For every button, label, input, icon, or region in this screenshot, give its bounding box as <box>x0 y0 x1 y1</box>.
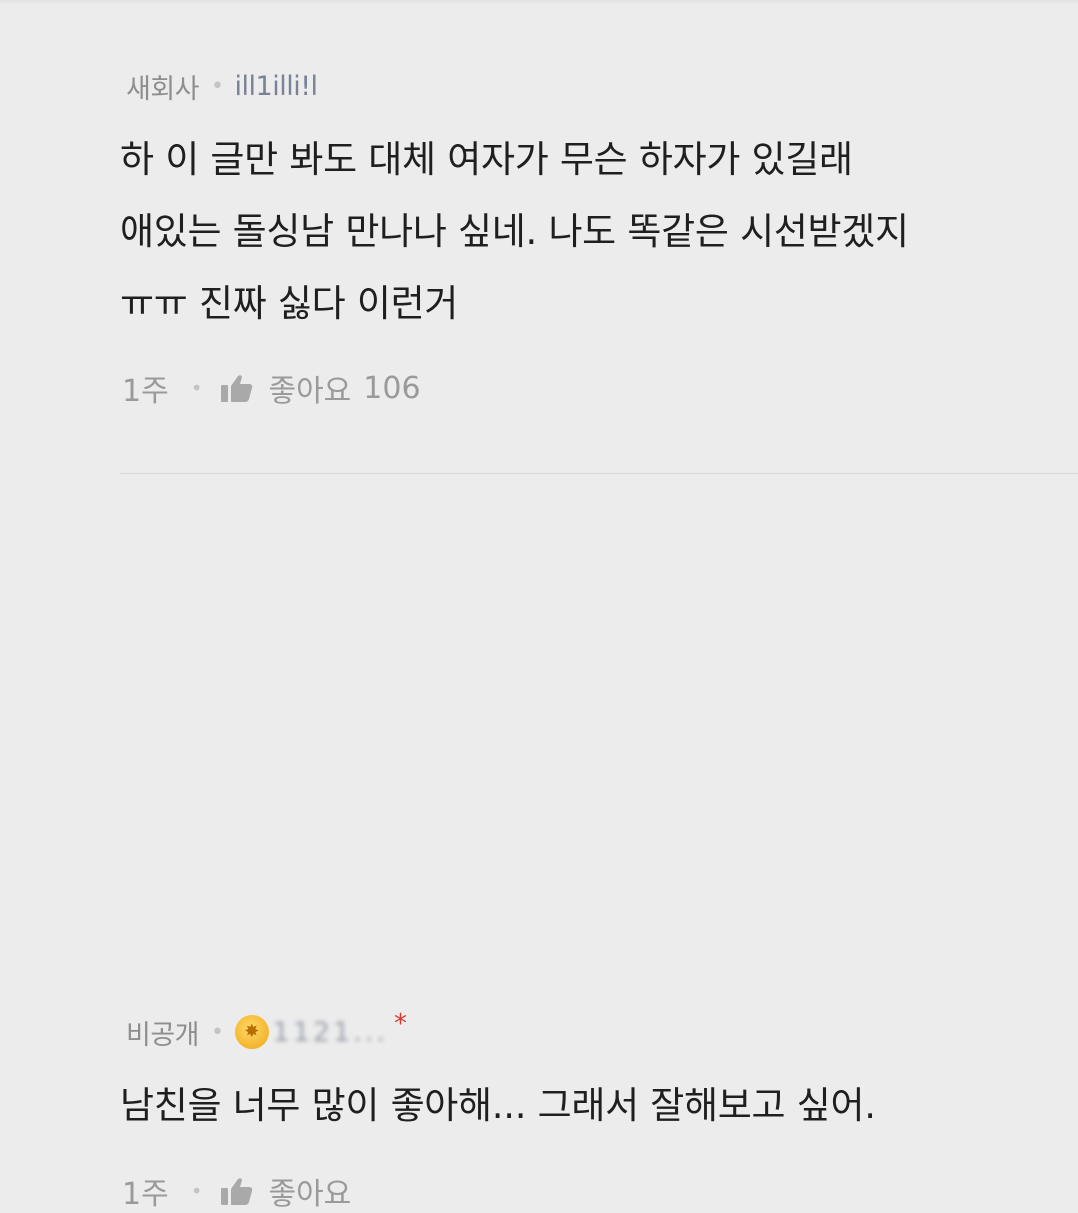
like-button[interactable]: 좋아요 <box>220 1169 351 1213</box>
comment-body: 남친을 너무 많이 좋아해... 그래서 잘해보고 싶어. <box>120 1070 1048 1142</box>
author-nickname[interactable]: ill1illi!l <box>235 71 319 102</box>
separator-dot: • <box>211 73 224 99</box>
author-label[interactable]: 비공개 <box>126 1013 200 1052</box>
comment-footer: 1주 • 좋아요 106 <box>122 366 421 410</box>
separator-dot: • <box>190 376 203 400</box>
comment-line: 하 이 글만 봐도 대체 여자가 무슨 하자가 있길래 <box>120 138 853 181</box>
comment-item: 새회사 • ill1illi!l 하 이 글만 봐도 대체 여자가 무슨 하자가… <box>120 0 1078 473</box>
author-label[interactable]: 새회사 <box>126 67 200 106</box>
like-button[interactable]: 좋아요 106 <box>220 366 421 410</box>
comment-time: 1주 <box>122 1177 169 1212</box>
like-count: 106 <box>363 370 421 406</box>
comment-line: 애있는 돌싱남 만나나 싶네. 나도 똑같은 시선받겠지 <box>120 210 909 253</box>
author-marker: * <box>393 1009 407 1039</box>
comment-time: 1주 <box>122 374 169 409</box>
comment-meta: 비공개 • ✸ 1121... * <box>126 1009 407 1054</box>
medal-badge-icon: ✸ <box>234 1015 269 1049</box>
comment-meta: 새회사 • ill1illi!l <box>126 64 318 108</box>
comment-footer: 1주 • 좋아요 <box>122 1169 351 1213</box>
comment-body: 하 이 글만 봐도 대체 여자가 무슨 하자가 있길래 애있는 돌싱남 만나나 … <box>120 124 1048 340</box>
comment-item: 비공개 • ✸ 1121... * 남친을 너무 많이 좋아해... 그래서 잘… <box>120 474 1078 1212</box>
separator-dot: • <box>211 1019 224 1045</box>
separator-dot: • <box>190 1179 203 1203</box>
comment-line: 남친을 너무 많이 좋아해... 그래서 잘해보고 싶어. <box>120 1084 876 1127</box>
thumbs-up-icon <box>221 1178 253 1205</box>
like-label: 좋아요 <box>268 1177 352 1212</box>
like-label: 좋아요 <box>268 374 352 409</box>
comment-line: ㅠㅠ 진짜 싫다 이런거 <box>120 282 459 325</box>
author-nickname[interactable]: 1121... <box>273 1017 388 1048</box>
thumbs-up-icon <box>221 375 253 402</box>
